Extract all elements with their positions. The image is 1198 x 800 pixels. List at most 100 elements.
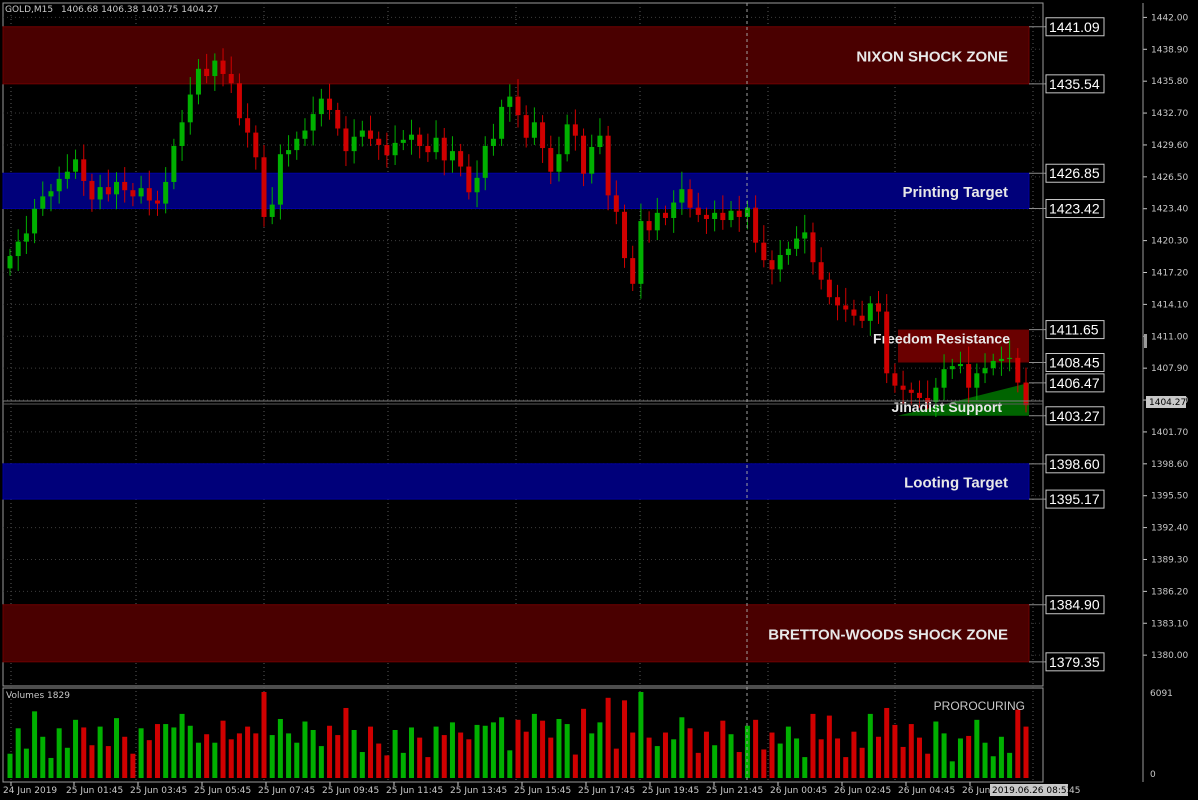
zone-label: BRETTON-WOODS SHOCK ZONE — [768, 626, 1008, 643]
volume-bar — [859, 747, 865, 778]
volume-bar — [163, 724, 169, 778]
volume-bar — [802, 757, 808, 778]
volume-bar — [1015, 709, 1021, 778]
candle-body — [622, 211, 628, 259]
candle-body — [966, 364, 972, 388]
candle-body — [253, 132, 259, 158]
volume-bar — [408, 727, 414, 778]
candle-body — [179, 122, 185, 146]
candle-body — [597, 135, 603, 148]
candle-body — [236, 83, 242, 119]
candle-body — [564, 124, 570, 155]
candle-body — [48, 191, 54, 197]
volume-bar — [908, 724, 914, 778]
trading-chart[interactable]: NIXON SHOCK ZONE Printing Target Looting T… — [0, 0, 1198, 800]
candle-body — [417, 134, 423, 146]
candle-body — [761, 242, 767, 261]
candle-body — [1015, 357, 1021, 383]
candle-body — [728, 210, 734, 221]
candle-body — [154, 200, 160, 204]
candle-body — [695, 207, 701, 215]
candle-body — [687, 189, 693, 208]
candle-body — [23, 233, 29, 242]
level-tag-label: 1408.45 — [1049, 355, 1100, 371]
price-tick-label: 1380.00 — [1151, 651, 1188, 661]
volume-bar — [867, 713, 873, 778]
time-tick-label: 25 Jun 19:45 — [642, 786, 699, 796]
candle-body — [777, 255, 783, 270]
candle-body — [548, 148, 554, 172]
level-tag-label: 1398.60 — [1049, 456, 1100, 472]
volume-bar — [138, 728, 144, 778]
level-tag-label: 1403.27 — [1049, 408, 1100, 424]
axis-scroll-marker[interactable] — [1144, 334, 1147, 348]
volume-bar — [728, 734, 734, 778]
volume-bar — [154, 724, 160, 778]
price-tick-label: 1442.00 — [1151, 13, 1188, 23]
volume-bar — [499, 717, 505, 778]
time-tick-label: 25 Jun 21:45 — [706, 786, 763, 796]
candle-body — [122, 181, 128, 191]
candle-body — [753, 207, 759, 243]
candle-body — [802, 232, 808, 239]
volume-bar — [515, 719, 521, 778]
candle-body — [892, 373, 898, 386]
candle-body — [671, 202, 677, 218]
candle-body — [220, 60, 226, 74]
time-tick-label: 25 Jun 01:45 — [66, 786, 123, 796]
volume-bar — [695, 752, 701, 778]
volume-bar — [384, 755, 390, 778]
candle-body — [736, 210, 742, 217]
candle-body — [638, 221, 644, 284]
candle-body — [368, 130, 374, 139]
candle-body — [351, 136, 357, 152]
candle-body — [941, 369, 947, 388]
volume-bar — [441, 735, 447, 778]
candle-body — [998, 358, 1004, 361]
small-zone-label: Freedom Resistance — [873, 331, 1010, 347]
volume-bar — [564, 724, 570, 778]
level-tag-label: 1426.85 — [1049, 165, 1100, 181]
candle-body — [843, 305, 849, 310]
volume-bar — [622, 700, 628, 778]
candle-body — [302, 130, 308, 139]
volume-bar — [548, 737, 554, 778]
candle-body — [712, 212, 718, 220]
candle-body — [933, 387, 939, 403]
candle-body — [785, 248, 791, 256]
candle-body — [703, 214, 709, 220]
candle-body — [40, 196, 46, 209]
candle-body — [679, 189, 685, 203]
candle-body — [540, 122, 546, 149]
candle-body — [794, 238, 800, 249]
volume-bar — [114, 718, 120, 778]
candle-body — [826, 279, 832, 298]
candle-body — [441, 137, 447, 161]
volume-bar — [851, 731, 857, 778]
candle-body — [261, 157, 267, 217]
candle-body — [654, 212, 660, 231]
volume-bar — [269, 735, 275, 778]
candle-body — [589, 147, 595, 174]
volume-bar — [638, 692, 644, 778]
volume-bar — [236, 733, 242, 778]
volume-bar — [966, 735, 972, 778]
volume-bar — [343, 707, 349, 778]
volume-bar — [351, 729, 357, 778]
candle-body — [400, 139, 406, 143]
candle-body — [630, 258, 636, 284]
volume-bar — [884, 707, 890, 778]
volume-bar — [310, 729, 316, 778]
time-tick-label: 24 Jun 2019 — [3, 786, 57, 796]
candle-body — [286, 150, 292, 155]
volume-bar — [171, 727, 177, 778]
volume-bar — [48, 757, 54, 778]
candle-body — [425, 145, 431, 153]
volume-bar — [597, 722, 603, 778]
volume-bar — [835, 738, 841, 778]
price-tick-label: 1407.90 — [1151, 364, 1188, 374]
candle-body — [212, 60, 218, 77]
time-tick-label: 25 Jun 05:45 — [194, 786, 251, 796]
price-tick-label: 1420.30 — [1151, 237, 1188, 247]
volume-bar — [417, 737, 423, 778]
